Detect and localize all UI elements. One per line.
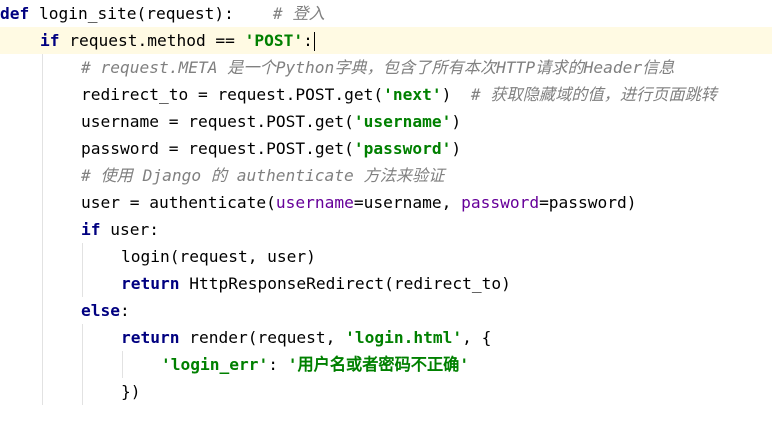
code-token: username: [275, 193, 354, 212]
code-token: :: [303, 31, 313, 50]
code-line[interactable]: user = authenticate(username=username, p…: [81, 189, 637, 216]
code-token: login(request, user): [121, 247, 316, 266]
code-token: def: [0, 4, 30, 23]
code-line[interactable]: else:: [81, 297, 130, 324]
code-token: request.method ==: [59, 31, 245, 50]
code-line[interactable]: 'login_err': '用户名或者密码不正确': [161, 351, 469, 378]
code-token: redirect_to = request.POST.get(: [81, 85, 384, 104]
code-token: return: [121, 328, 180, 347]
code-token: 'username': [353, 112, 452, 131]
code-token: password = request.POST.get(: [81, 139, 354, 158]
code-line[interactable]: login(request, user): [121, 243, 316, 270]
code-line[interactable]: return render(request, 'login.html', {: [121, 324, 491, 351]
code-line[interactable]: # 使用 Django 的 authenticate 方法来验证: [81, 162, 444, 189]
code-token: }): [121, 382, 141, 401]
code-token: login_site(request):: [29, 4, 273, 23]
code-editor[interactable]: def login_site(request): # 登入 if request…: [0, 0, 772, 425]
code-token: 'POST': [244, 31, 304, 50]
code-token: # 登入: [272, 4, 325, 23]
code-token: if: [40, 31, 60, 50]
code-line[interactable]: redirect_to = request.POST.get('next') #…: [81, 81, 717, 108]
code-line[interactable]: password = request.POST.get('password'): [81, 135, 461, 162]
code-token: # 使用 Django 的 authenticate 方法来验证: [81, 166, 445, 185]
code-token: render(request,: [179, 328, 346, 347]
code-token: 'login.html': [345, 328, 463, 347]
text-cursor: [313, 32, 315, 51]
indent-guide: [82, 324, 83, 405]
code-token: password: [461, 193, 540, 212]
code-token: user = authenticate(: [81, 193, 276, 212]
code-line[interactable]: }): [121, 378, 141, 405]
code-token: , {: [462, 328, 492, 347]
code-line[interactable]: def login_site(request): # 登入: [0, 0, 325, 27]
code-token: if: [81, 220, 101, 239]
code-token: =username,: [353, 193, 462, 212]
indent-guide: [42, 54, 43, 405]
code-token: username = request.POST.get(: [81, 112, 354, 131]
code-token: # request.META 是一个Python字典，包含了所有本次HTTP请求…: [81, 58, 675, 77]
code-token: # 获取隐藏域的值，进行页面跳转: [470, 85, 717, 104]
code-token: return: [121, 274, 180, 293]
code-line[interactable]: username = request.POST.get('username'): [81, 108, 461, 135]
indent-guide: [122, 351, 123, 378]
code-token: ): [441, 85, 471, 104]
code-token: else: [81, 301, 120, 320]
code-line[interactable]: return HttpResponseRedirect(redirect_to): [121, 270, 511, 297]
code-token: user:: [100, 220, 159, 239]
code-token: ): [451, 139, 462, 158]
code-token: ): [451, 112, 462, 131]
code-line[interactable]: if user:: [81, 216, 159, 243]
code-line[interactable]: if request.method == 'POST':: [40, 27, 315, 54]
code-token: 'next': [383, 85, 442, 104]
code-token: 'login_err': [161, 355, 269, 374]
code-token: HttpResponseRedirect(redirect_to): [179, 274, 511, 293]
indent-guide: [82, 243, 83, 297]
code-token: '用户名或者密码不正确': [287, 355, 470, 374]
code-token: 'password': [353, 139, 452, 158]
code-token: :: [268, 355, 288, 374]
code-token: :: [119, 301, 130, 320]
code-line[interactable]: # request.META 是一个Python字典，包含了所有本次HTTP请求…: [81, 54, 675, 81]
code-token: =password): [539, 193, 637, 212]
